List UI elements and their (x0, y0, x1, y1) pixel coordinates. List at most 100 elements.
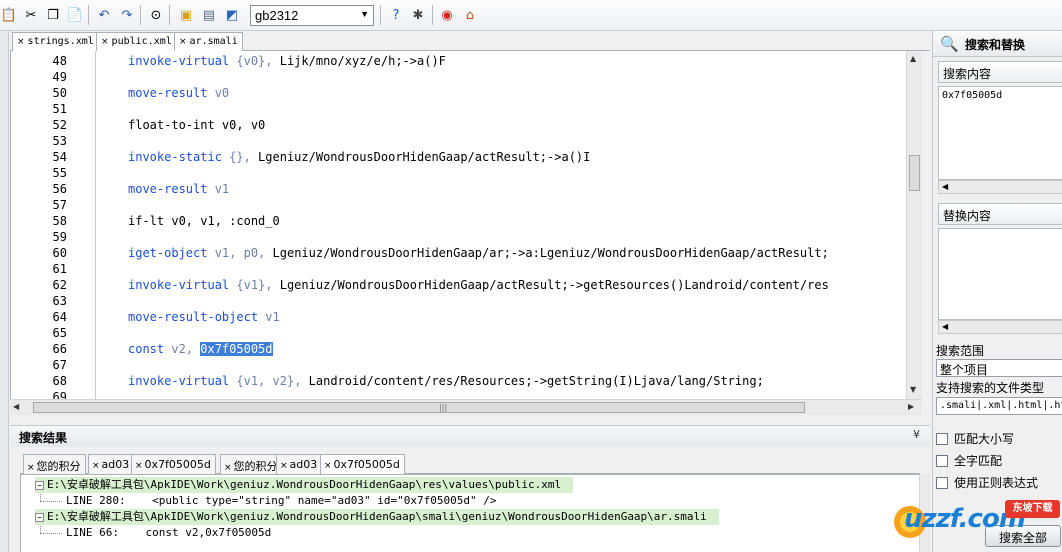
build-icon[interactable]: ▤ (200, 6, 218, 24)
checkbox-box[interactable] (936, 476, 948, 489)
editor-horizontal-scrollbar[interactable]: ◀ ||| ▶ (10, 399, 922, 415)
line-number: 54 (52, 150, 67, 164)
close-icon[interactable]: × (101, 37, 109, 47)
checkbox-box[interactable] (936, 432, 948, 445)
encoding-select[interactable]: gb2312 ▼ (250, 5, 374, 26)
tree-guide (40, 533, 62, 534)
code-rest: Landroid/content/res/Resources;->getStri… (308, 374, 764, 388)
search-results-tree[interactable]: − E:\安卓破解工具包\ApkIDE\Work\geniuz.WondrousD… (20, 474, 920, 552)
panel-header: 🔍 搜索和替换 (933, 31, 1062, 57)
code-editor[interactable]: 48 invoke-virtual {v0}, Lijk/mno/xyz/e/h;… (10, 51, 922, 399)
line-number: 66 (52, 342, 67, 356)
code-keyword: const (128, 342, 165, 356)
result-tab[interactable]: × ad03 (276, 454, 323, 474)
code-text: if-lt v0, v1, :cond_0 (128, 213, 280, 229)
close-icon[interactable]: × (92, 461, 100, 471)
panel-title: 搜索和替换 (965, 38, 1026, 52)
result-match-row[interactable]: LINE 66: const v2,0x7f05005d (66, 525, 271, 541)
search-results-title: 搜索结果 (19, 431, 68, 445)
code-operands: v1, p0, (207, 246, 273, 260)
file-types-field[interactable]: .smali|.xml|.html|.ht (936, 397, 1062, 415)
close-icon[interactable]: × (17, 37, 25, 47)
regex-checkbox[interactable]: 使用正则表达式 (936, 474, 1038, 491)
search-replace-panel: 🔍 搜索和替换 搜索内容 0x7f05005d ◀ 替换内容 ◀ 搜索范围 整个… (932, 31, 1062, 552)
result-tab-label: 0x7f05005d (333, 458, 400, 471)
code-text: const v2, 0x7f05005d (128, 341, 273, 357)
code-line: 62 invoke-virtual {v1}, Lgeniuz/WondrousD… (11, 277, 911, 293)
tab-public-xml[interactable]: × public.xml (96, 32, 177, 51)
result-tab[interactable]: × 0x7f05005d (320, 454, 405, 474)
paste-doc-icon[interactable]: 📋 (0, 6, 18, 24)
whole-word-checkbox[interactable]: 全字匹配 (936, 452, 1002, 469)
chevron-down-icon[interactable]: ▼ (360, 9, 369, 19)
encoding-value: gb2312 (255, 8, 299, 23)
code-rest: float-to-int v0, v0 (128, 118, 266, 132)
code-line: 57 (11, 197, 911, 213)
code-operands: {v1}, (229, 278, 280, 292)
code-line: 69 (11, 389, 911, 399)
code-line: 55 (11, 165, 911, 181)
binoculars-icon[interactable]: ⊙ (147, 6, 165, 24)
result-tab[interactable]: × ad03 (88, 454, 135, 474)
result-tab[interactable]: × 您的积分 (220, 454, 283, 474)
code-keyword: invoke-static (128, 150, 222, 164)
search-scope-label: 搜索范围 (936, 344, 985, 358)
collapse-toggle-icon[interactable]: − (35, 512, 44, 522)
checkbox-label: 匹配大小写 (954, 432, 1015, 446)
line-number: 48 (52, 54, 67, 68)
close-icon[interactable]: × (324, 461, 332, 471)
undo-icon[interactable]: ↶ (95, 6, 113, 24)
code-line: 48 invoke-virtual {v0}, Lijk/mno/xyz/e/h;… (11, 53, 911, 69)
result-tab[interactable]: × 您的积分 (23, 454, 86, 474)
help-icon[interactable]: ? (387, 6, 405, 24)
result-file-row[interactable]: − E:\安卓破解工具包\ApkIDE\Work\geniuz.WondrousD… (35, 509, 719, 525)
scrollbar-thumb[interactable] (909, 155, 920, 191)
match-case-checkbox[interactable]: 匹配大小写 (936, 430, 1014, 447)
search-highlight: 0x7f05005d (200, 342, 273, 356)
scrollbar-thumb[interactable]: ||| (33, 402, 805, 413)
result-tab[interactable]: × 0x7f05005d (131, 454, 216, 474)
replace-input-scrollbar[interactable]: ◀ (938, 320, 1062, 334)
replace-input[interactable] (938, 228, 1062, 320)
search-input[interactable]: 0x7f05005d (938, 86, 1062, 180)
close-icon[interactable]: × (179, 37, 187, 47)
copy-icon[interactable]: ❐ (44, 6, 62, 24)
code-operands: {}, (221, 150, 259, 164)
result-file-row[interactable]: − E:\安卓破解工具包\ApkIDE\Work\geniuz.WondrousD… (35, 477, 574, 493)
paste-icon[interactable]: 📄 (66, 6, 84, 24)
result-match-row[interactable]: LINE 280: <public type="string" name="ad… (66, 493, 496, 509)
search-input-scrollbar[interactable]: ◀ (938, 180, 1062, 194)
tab-strings-xml[interactable]: × strings.xml (12, 32, 99, 51)
line-number: 58 (52, 214, 67, 228)
code-line: 50 move-result v0 (11, 85, 911, 101)
debug-bug-icon[interactable]: ✱ (409, 6, 427, 24)
code-operands: v1 (258, 310, 280, 324)
code-text: float-to-int v0, v0 (128, 117, 265, 133)
checkbox-box[interactable] (936, 454, 948, 467)
cut-icon[interactable]: ✂ (22, 6, 40, 24)
scroll-down-icon[interactable]: ▼ (910, 385, 916, 394)
close-icon[interactable]: × (280, 461, 288, 471)
close-icon[interactable]: × (224, 463, 232, 473)
code-line: 53 (11, 133, 911, 149)
tab-ar-smali[interactable]: × ar.smali (174, 32, 243, 51)
scroll-up-icon[interactable]: ▲ (910, 54, 916, 63)
collapse-icon[interactable]: ¥ (913, 428, 920, 441)
close-icon[interactable]: × (27, 463, 35, 473)
close-icon[interactable]: × (135, 461, 143, 471)
result-tab-label: 您的积分 (233, 460, 278, 473)
search-scope-select[interactable]: 整个项目 (936, 359, 1062, 377)
result-tab-label: ad03 (101, 458, 130, 471)
result-text: E:\安卓破解工具包\ApkIDE\Work\geniuz.WondrousDo… (47, 510, 707, 523)
android-apk-icon[interactable]: ◩ (223, 6, 241, 24)
scroll-right-icon[interactable]: ▶ (908, 402, 914, 411)
code-text: move-result v0 (128, 85, 229, 101)
weibo-icon[interactable]: ◉ (438, 6, 456, 24)
editor-vertical-scrollbar[interactable]: ▲ ▼ (906, 51, 922, 399)
collapse-toggle-icon[interactable]: − (35, 480, 44, 490)
scroll-left-icon[interactable]: ◀ (13, 402, 19, 411)
open-folder-icon[interactable]: ▣ (177, 6, 195, 24)
home-icon[interactable]: ⌂ (461, 6, 479, 24)
redo-icon[interactable]: ↷ (118, 6, 136, 24)
search-content-label: 搜索内容 (938, 61, 1062, 83)
